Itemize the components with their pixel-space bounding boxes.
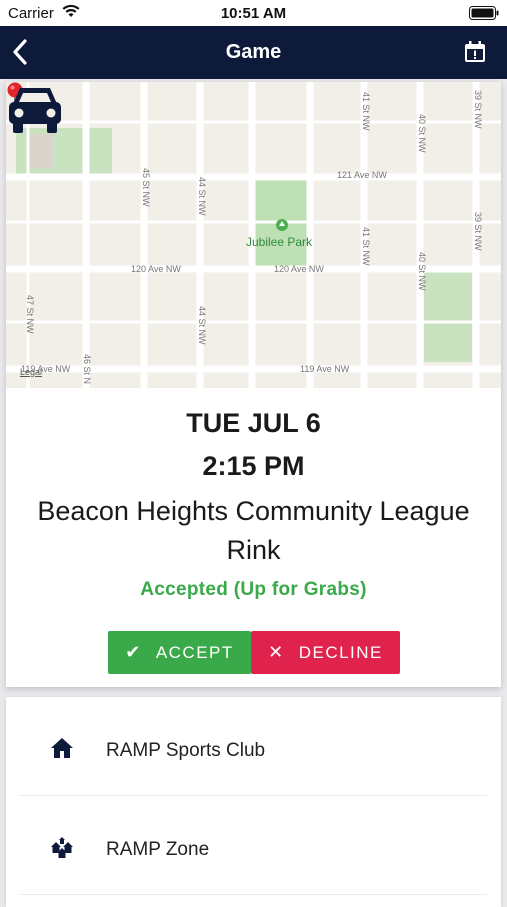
road-label: 120 Ave NW [274,264,324,274]
home-icon [51,738,73,758]
park-label: Jubilee Park [246,235,313,249]
home-group-icon [51,837,73,858]
road-label: 41 St NW [361,92,371,131]
road-label: 45 St NW [141,168,151,207]
road-label: 121 Ave NW [337,170,387,180]
road-label: 40 St NW [417,252,427,291]
clock: 10:51 AM [220,5,287,22]
road-label: 39 St NW [473,90,483,129]
list-item-sports-club[interactable]: RAMP Sports Club [20,697,487,796]
status-bar: Carrier 10:51 AM [0,0,507,26]
road-label: 40 St NW [417,114,427,153]
calendar-alert-icon[interactable] [463,40,487,64]
road-label: 47 St NW [25,295,35,334]
assignment-status: Accepted (Up for Grabs) [140,579,367,600]
list-item-zone[interactable]: RAMP Zone [20,796,487,895]
road-label: 46 St N [82,354,92,385]
game-card: 121 Ave NW 120 Ave NW 120 Ave NW 119 Ave… [6,82,501,687]
accept-label: ACCEPT [155,642,234,662]
page-title: Game [225,41,282,63]
road-label: 44 St NW [197,306,207,345]
close-icon: ✕ [268,642,285,662]
legal-link[interactable]: Legal [20,367,42,377]
details-list: RAMP Sports Club RAMP Zone [6,697,501,907]
venue-name: Beacon Heights Community League Rink [37,496,470,565]
game-date: TUE JUL 6 [186,408,321,438]
decline-button[interactable]: ✕ DECLINE [251,631,400,674]
battery-icon [469,6,499,20]
list-item-label: RAMP Sports Club [106,740,266,761]
accept-button[interactable]: ✔ ACCEPT [108,631,251,674]
decline-label: DECLINE [298,642,383,662]
road-label: 119 Ave NW [300,364,350,374]
back-chevron-icon[interactable] [8,36,32,68]
road-label: 39 St NW [473,212,483,251]
nav-bar: Game [0,26,507,79]
road-label: 41 St NW [361,227,371,266]
check-icon: ✔ [125,642,142,662]
map-view[interactable]: 121 Ave NW 120 Ave NW 120 Ave NW 119 Ave… [6,82,501,388]
game-time: 2:15 PM [202,451,305,481]
car-icon[interactable] [6,82,64,134]
road-label: 120 Ave NW [131,264,181,274]
list-item-label: RAMP Zone [106,839,210,860]
road-label: 44 St NW [197,177,207,216]
